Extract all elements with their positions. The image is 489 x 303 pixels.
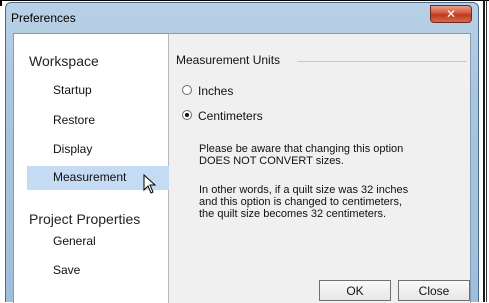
option-label: Inches: [198, 84, 234, 98]
sidebar-item-general[interactable]: General: [27, 230, 169, 254]
sidebar-item-label: Save: [53, 263, 81, 277]
note-line: Please be aware that changing this optio…: [199, 143, 404, 155]
radio-centimeters[interactable]: [182, 110, 192, 120]
close-window-button[interactable]: ✕: [430, 5, 472, 23]
screen-edge: [0, 1, 2, 6]
mouse-pointer-icon: [143, 174, 157, 194]
section-workspace: Workspace: [29, 53, 99, 69]
sidebar-item-label: Startup: [53, 83, 92, 97]
preferences-window: Preferences ✕ Workspace Startup Restore …: [5, 2, 479, 303]
radio-inches[interactable]: [182, 85, 192, 95]
section-project-properties: Project Properties: [29, 211, 141, 227]
note-line: DOES NOT CONVERT sizes.: [199, 155, 344, 167]
group-label-measurement-units: Measurement Units: [176, 53, 281, 67]
sidebar-item-display[interactable]: Display: [27, 138, 169, 162]
sidebar-item-label: General: [53, 234, 96, 248]
title-bar[interactable]: Preferences ✕: [6, 3, 478, 33]
screen-edge: [486, 0, 487, 302]
sidebar-item-restore[interactable]: Restore: [27, 109, 169, 133]
option-label: Centimeters: [198, 109, 263, 123]
explanation-note: In other words, if a quilt size was 32 i…: [199, 184, 459, 220]
dialog-body: Workspace Startup Restore Display Measur…: [13, 33, 471, 303]
sidebar: Workspace Startup Restore Display Measur…: [14, 34, 169, 303]
warning-note: Please be aware that changing this optio…: [199, 143, 459, 167]
close-button[interactable]: Close: [398, 280, 470, 301]
note-line: the quilt size becomes 32 centimeters.: [199, 208, 387, 220]
sidebar-item-label: Display: [53, 142, 93, 156]
sidebar-item-label: Measurement: [53, 170, 127, 184]
screen-edge: [0, 0, 489, 1]
window-title: Preferences: [11, 11, 76, 25]
sidebar-item-startup[interactable]: Startup: [27, 79, 169, 103]
note-line: and this option is changed to centimeter…: [199, 196, 403, 208]
screen-edge: [483, 0, 485, 302]
sidebar-item-label: Restore: [53, 113, 96, 127]
ok-button[interactable]: OK: [319, 280, 391, 301]
note-line: In other words, if a quilt size was 32 i…: [199, 184, 409, 196]
group-divider: [297, 61, 467, 62]
close-icon: ✕: [445, 7, 457, 21]
sidebar-item-save[interactable]: Save: [27, 259, 169, 283]
